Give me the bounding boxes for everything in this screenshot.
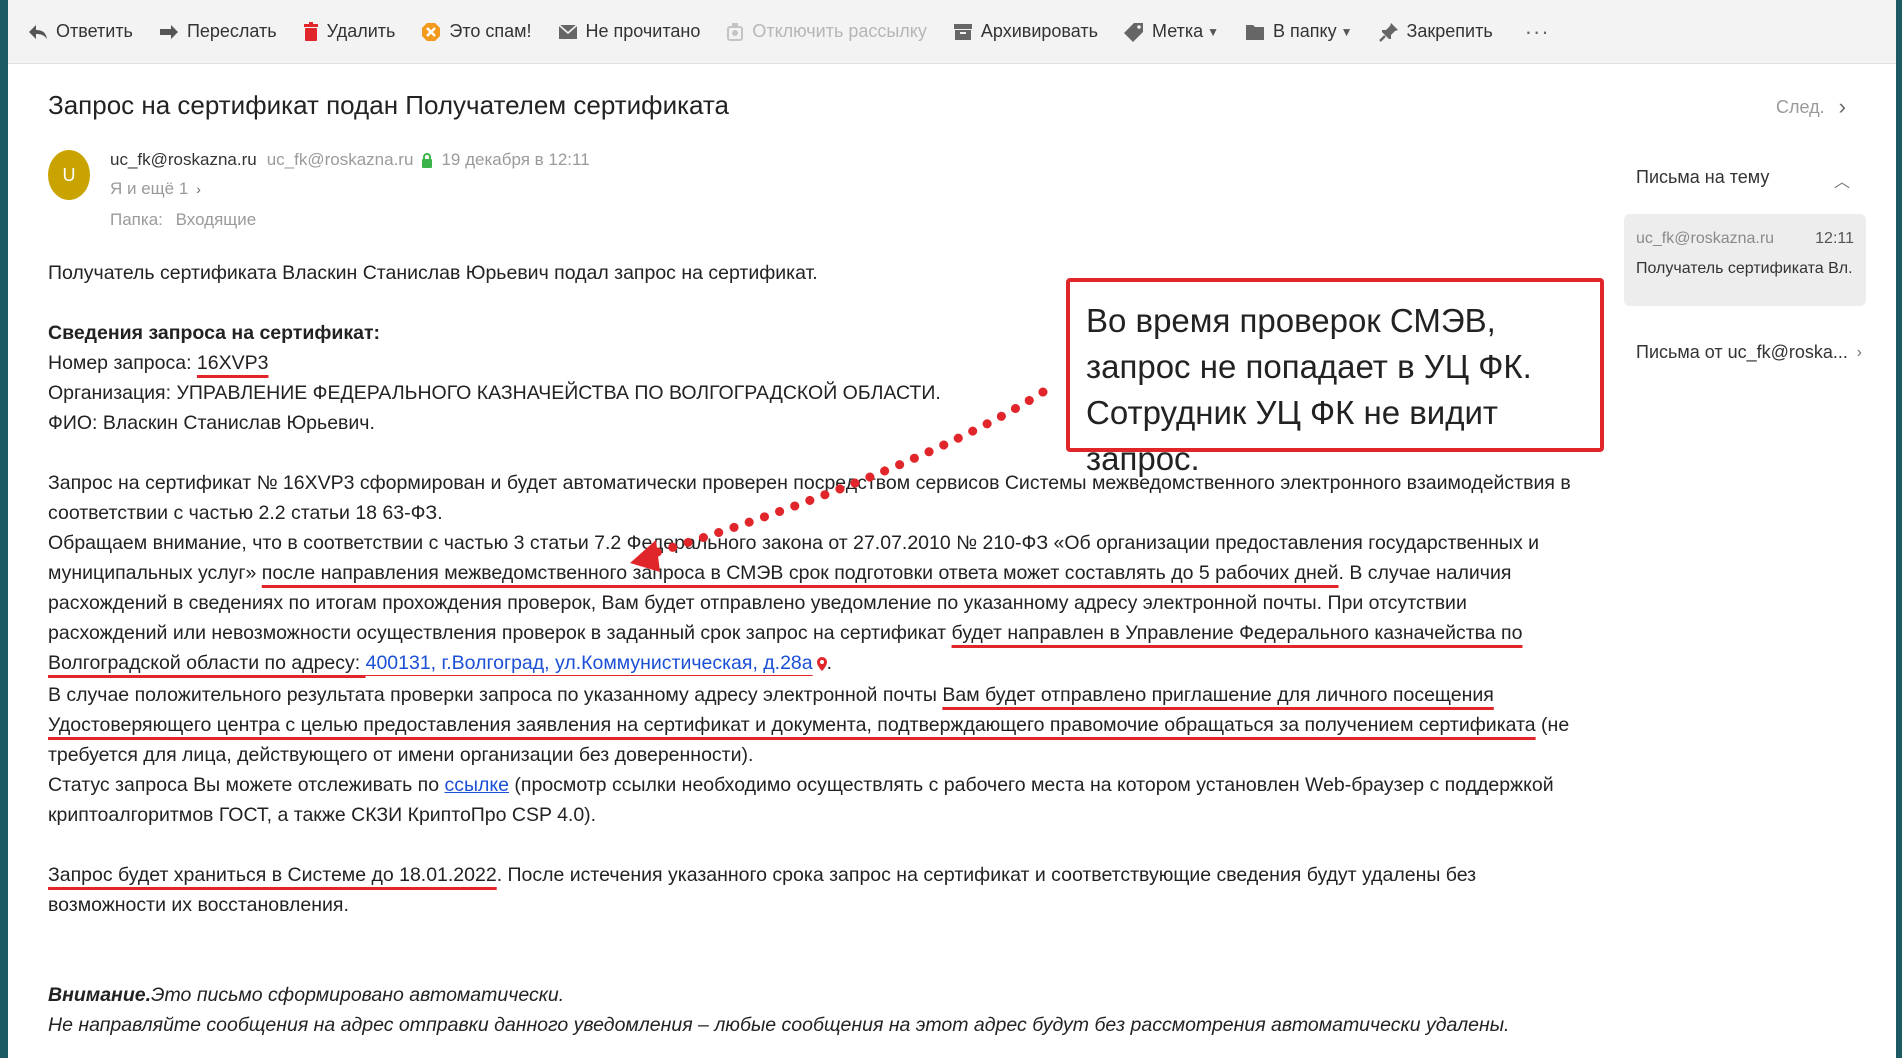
email-subject: Запрос на сертификат подан Получателем с… (48, 90, 730, 120)
move-to-folder-button[interactable]: В папку ▼ (1245, 12, 1353, 52)
unsubscribe-label: Отключить рассылку (752, 21, 927, 41)
mail-toolbar: Ответить Переслать Удалить Это спам! Не … (8, 0, 1896, 64)
thread-card-from: uc_fk@roskazna.ru (1636, 230, 1775, 247)
forward-label: Переслать (186, 21, 277, 41)
forward-icon (159, 24, 178, 39)
chevron-down-icon: ▼ (1207, 24, 1220, 39)
thread-email-card[interactable]: uc_fk@roskazna.ru 12:11 Получатель серти… (1624, 214, 1866, 306)
sender-line: uc_fk@roskazna.ru uc_fk@roskazna.ru 19 д… (110, 150, 590, 170)
annotation-callout: Во время проверок СМЭВ, запрос не попада… (1066, 278, 1604, 477)
trash-icon (303, 21, 318, 41)
emails-from-sender-link[interactable]: Письма от uc_fk@roska... › (1636, 342, 1862, 363)
spam-label: Это спам! (449, 21, 532, 41)
pin-button[interactable]: Закрепить (1378, 12, 1493, 52)
label-button[interactable]: Метка ▼ (1124, 12, 1219, 52)
archive-button[interactable]: Архивировать (953, 12, 1098, 52)
archive-label: Архивировать (980, 21, 1098, 41)
recipients-label: Я и ещё 1 (110, 179, 189, 198)
chevron-right-icon: › (196, 181, 201, 197)
thread-card-preview: Получатель сертификата Вл... (1636, 260, 1854, 277)
forward-button[interactable]: Переслать (159, 12, 277, 52)
emails-from-label: Письма от uc_fk@roska... (1636, 342, 1848, 362)
unread-label: Не прочитано (585, 21, 701, 41)
attention-text: Это письмо сформировано автоматически. (151, 984, 565, 1006)
chevron-right-icon: › (1838, 94, 1846, 119)
attention-warning: Не направляйте сообщения на адрес отправ… (48, 1014, 1510, 1036)
unsubscribe-button[interactable]: Отключить рассылку (726, 12, 927, 52)
folder-line: Папка: Входящие (110, 210, 256, 230)
sender-avatar[interactable]: U (48, 150, 90, 200)
delete-button[interactable]: Удалить (303, 12, 396, 52)
deadline-highlight: после направления межведомственного запр… (261, 562, 1339, 584)
status-text: Статус запроса Вы можете отслеживать по (48, 774, 445, 796)
body-paragraph-status: Статус запроса Вы можете отслеживать по … (48, 770, 1578, 830)
folder-icon (1246, 24, 1265, 40)
envelope-icon (557, 23, 578, 39)
pin-label: Закрепить (1406, 21, 1493, 41)
folder-label: В папку (1273, 21, 1337, 41)
tag-icon (1124, 22, 1143, 42)
next-label: След. (1776, 96, 1825, 117)
reply-icon (29, 24, 47, 39)
mark-unread-button[interactable]: Не прочитано (557, 12, 701, 52)
attention-label: Внимание. (48, 984, 151, 1006)
folder-link[interactable]: Входящие (176, 210, 257, 229)
delete-label: Удалить (326, 21, 396, 41)
request-number-label: Номер запроса: (48, 352, 197, 374)
email-date: 19 декабря в 12:11 (441, 150, 590, 169)
sender-name[interactable]: uc_fk@roskazna.ru (110, 150, 257, 170)
body-paragraph-invitation: В случае положительного результата прове… (48, 680, 1578, 770)
attention-line: Внимание.Это письмо сформировано автомат… (48, 980, 1578, 1010)
unsubscribe-icon (727, 22, 744, 41)
request-number: 16XVP3 (196, 352, 269, 374)
map-pin-icon[interactable] (816, 650, 827, 680)
thread-title: Письма на тему (1636, 167, 1770, 187)
body-paragraph-storage: Запрос будет храниться в Системе до 18.0… (48, 860, 1578, 920)
address-end: . (826, 652, 833, 674)
label-label: Метка (1152, 21, 1204, 41)
chevron-up-icon[interactable]: ︿ (1834, 168, 1850, 192)
more-actions-button[interactable]: ··· (1525, 19, 1550, 45)
lock-icon (421, 152, 433, 168)
invitation-text: В случае положительного результата прове… (48, 684, 943, 706)
recipients-toggle[interactable]: Я и ещё 1 › (110, 179, 201, 199)
status-link[interactable]: ссылке (445, 774, 510, 796)
archive-icon (953, 23, 972, 40)
body-paragraph-deadline: Обращаем внимание, что в соответствии с … (48, 528, 1578, 680)
reply-button[interactable]: Ответить (28, 12, 133, 52)
thread-card-time: 12:11 (1815, 230, 1854, 247)
spam-button[interactable]: Это спам! (421, 12, 532, 52)
folder-caption: Папка: (110, 210, 163, 229)
pushpin-icon (1378, 22, 1398, 42)
address-link[interactable]: 400131, г.Волгоград, ул.Коммунистическая… (366, 652, 813, 674)
storage-highlight: Запрос будет храниться в Системе до 18.0… (48, 864, 497, 886)
chevron-down-icon: ▼ (1340, 24, 1353, 39)
body-paragraph-smev: Запрос на сертификат № 16XVP3 сформирова… (48, 472, 1571, 524)
mail-window: Ответить Переслать Удалить Это спам! Не … (8, 0, 1896, 1058)
spam-icon (422, 22, 441, 41)
sender-email[interactable]: uc_fk@roskazna.ru (267, 150, 414, 170)
next-email-button[interactable]: След. › (1776, 94, 1846, 120)
reply-label: Ответить (56, 21, 133, 41)
chevron-right-icon: › (1856, 343, 1862, 361)
